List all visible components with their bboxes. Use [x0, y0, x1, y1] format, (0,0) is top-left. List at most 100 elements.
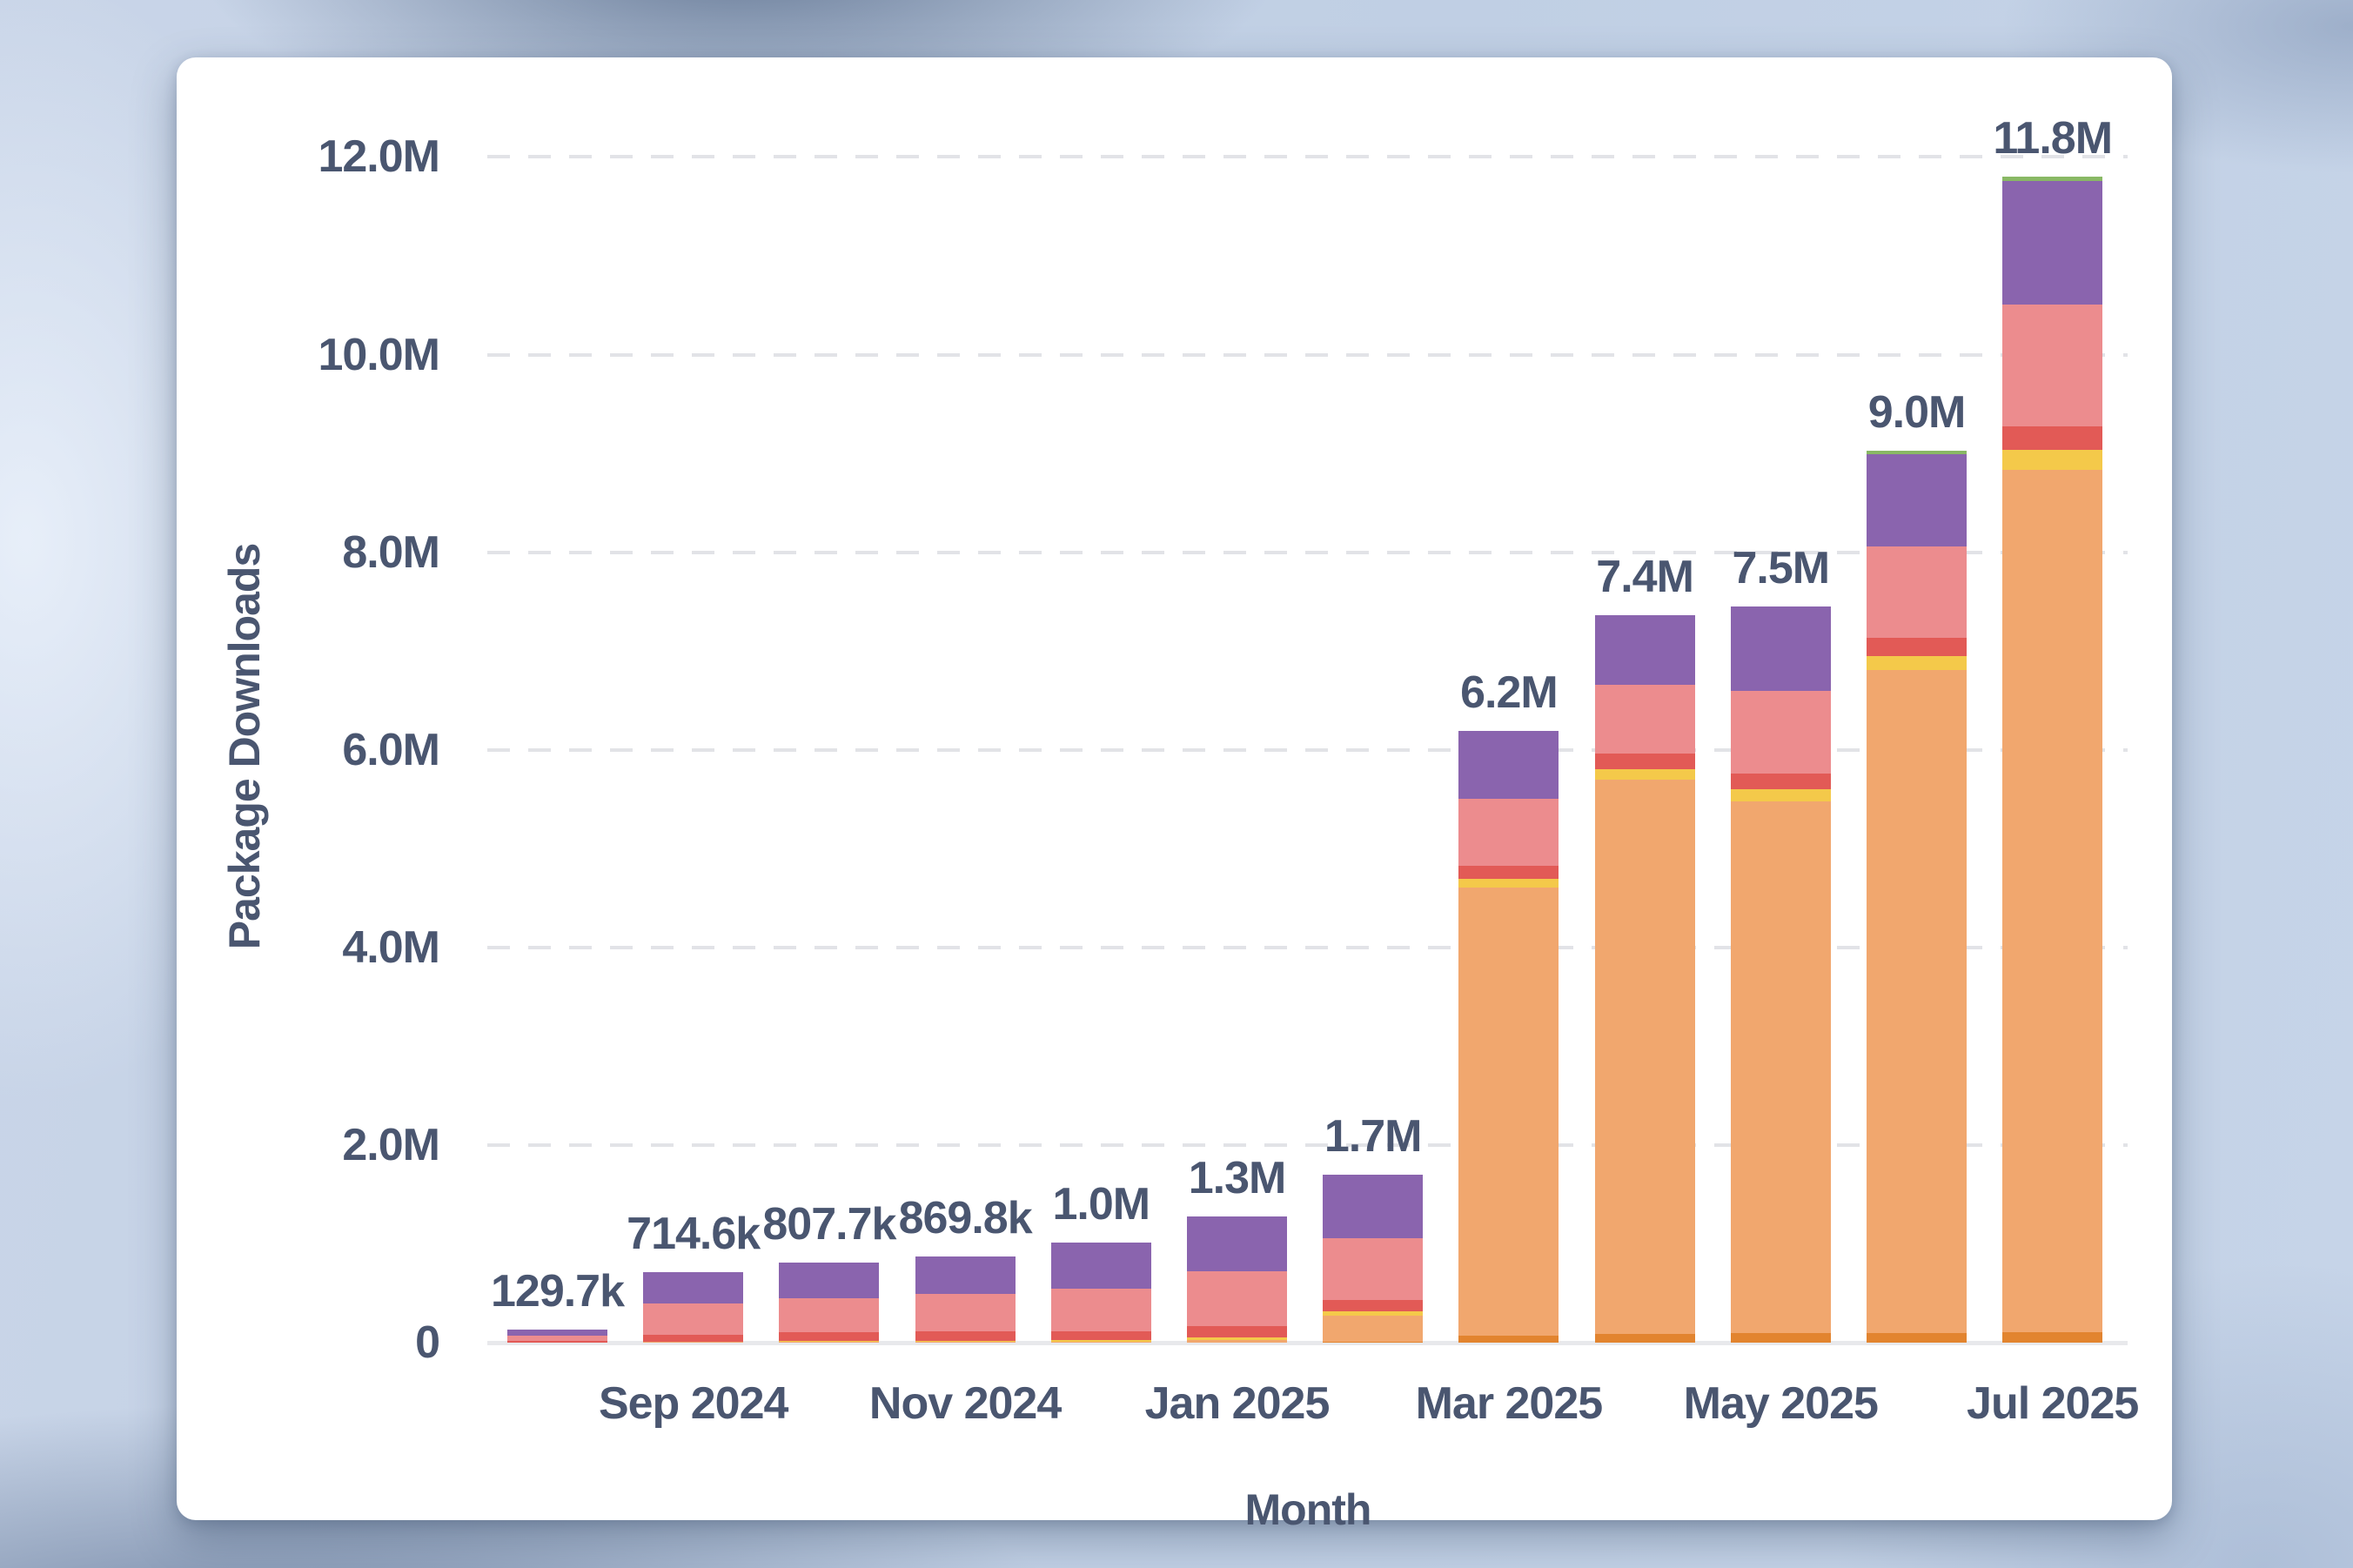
bar-jun-2025-segment-red[interactable] — [1867, 638, 1967, 655]
y-tick-label-10-0m: 10.0M — [177, 332, 439, 378]
bar-jul-2025-segment-dark-orange[interactable] — [2002, 1332, 2102, 1343]
bar-may-2025-segment-orange[interactable] — [1731, 801, 1831, 1333]
bar-oct-2024-segment-orange[interactable] — [779, 1342, 879, 1343]
bar-jul-2025-segment-yellow[interactable] — [2002, 450, 2102, 471]
bar-value-label-jul-2025: 11.8M — [1993, 116, 2112, 161]
y-tick-label-0: 0 — [177, 1320, 439, 1365]
bar-jun-2025-segment-pink[interactable] — [1867, 546, 1967, 639]
bar-nov-2024-segment-yellow[interactable] — [915, 1341, 1016, 1342]
y-tick-label-4-0m: 4.0M — [177, 925, 439, 970]
bar-value-label-sep-2024: 714.6k — [627, 1211, 760, 1256]
bar-apr-2025-segment-purple[interactable] — [1595, 615, 1695, 684]
bar-feb-2025-segment-orange[interactable] — [1323, 1316, 1423, 1342]
bar-apr-2025-segment-pink[interactable] — [1595, 685, 1695, 754]
bar-may-2025-segment-purple[interactable] — [1731, 606, 1831, 691]
bar-jul-2025-segment-orange[interactable] — [2002, 470, 2102, 1331]
bar-apr-2025-segment-dark-orange[interactable] — [1595, 1334, 1695, 1343]
bar-sep-2024-segment-pink[interactable] — [643, 1303, 743, 1335]
bar-sep-2024-segment-purple[interactable] — [643, 1272, 743, 1304]
bar-feb-2025-segment-yellow[interactable] — [1323, 1311, 1423, 1316]
bar-value-label-dec-2024: 1.0M — [1052, 1182, 1150, 1227]
bar-may-2025-segment-pink[interactable] — [1731, 691, 1831, 774]
bar-oct-2024[interactable]: 807.7k — [779, 1263, 879, 1343]
bar-jan-2025-segment-purple[interactable] — [1187, 1216, 1287, 1271]
bar-jan-2025-segment-orange[interactable] — [1187, 1340, 1287, 1343]
bar-value-label-jun-2025: 9.0M — [1868, 390, 1966, 435]
bar-oct-2024-segment-purple[interactable] — [779, 1263, 879, 1298]
bar-value-label-jan-2025: 1.3M — [1189, 1156, 1286, 1201]
bar-feb-2025[interactable]: 1.7M — [1323, 1175, 1423, 1343]
bar-dec-2024-segment-pink[interactable] — [1051, 1289, 1151, 1332]
bar-oct-2024-segment-red[interactable] — [779, 1332, 879, 1342]
bar-dec-2024-segment-red[interactable] — [1051, 1331, 1151, 1340]
bar-jul-2025-segment-red[interactable] — [2002, 426, 2102, 449]
bar-dec-2024[interactable]: 1.0M — [1051, 1243, 1151, 1343]
bar-jul-2025-segment-pink[interactable] — [2002, 305, 2102, 427]
chart-card: Package Downloads Month 02.0M4.0M6.0M8.0… — [177, 57, 2172, 1520]
bar-dec-2024-segment-yellow[interactable] — [1051, 1340, 1151, 1341]
bar-sep-2024-segment-red[interactable] — [643, 1335, 743, 1342]
bar-jun-2025-segment-orange[interactable] — [1867, 670, 1967, 1333]
bar-feb-2025-segment-pink[interactable] — [1323, 1238, 1423, 1300]
bar-nov-2024[interactable]: 869.8k — [915, 1256, 1016, 1343]
bar-nov-2024-segment-pink[interactable] — [915, 1294, 1016, 1331]
x-tick-label-may-2025: May 2025 — [1684, 1381, 1878, 1426]
y-tick-label-12-0m: 12.0M — [177, 134, 439, 179]
bar-jan-2025[interactable]: 1.3M — [1187, 1216, 1287, 1343]
bar-dec-2024-segment-orange[interactable] — [1051, 1342, 1151, 1343]
bar-mar-2025-segment-yellow[interactable] — [1458, 879, 1559, 887]
bar-aug-2024[interactable]: 129.7k — [507, 1330, 607, 1343]
bar-mar-2025[interactable]: 6.2M — [1458, 731, 1559, 1343]
y-tick-label-8-0m: 8.0M — [177, 530, 439, 575]
bar-apr-2025-segment-red[interactable] — [1595, 754, 1695, 769]
bar-mar-2025-segment-purple[interactable] — [1458, 731, 1559, 799]
bar-jul-2025[interactable]: 11.8M — [2002, 177, 2102, 1343]
bar-jul-2025-segment-green[interactable] — [2002, 177, 2102, 181]
bar-feb-2025-segment-purple[interactable] — [1323, 1175, 1423, 1239]
bar-jun-2025-segment-yellow[interactable] — [1867, 656, 1967, 670]
bar-jan-2025-segment-yellow[interactable] — [1187, 1337, 1287, 1340]
bar-aug-2024-segment-pink[interactable] — [507, 1336, 607, 1341]
bar-may-2025[interactable]: 7.5M — [1731, 606, 1831, 1343]
bar-feb-2025-segment-dark-orange[interactable] — [1323, 1342, 1423, 1343]
bar-oct-2024-segment-pink[interactable] — [779, 1298, 879, 1332]
bar-mar-2025-segment-red[interactable] — [1458, 866, 1559, 880]
x-tick-label-jul-2025: Jul 2025 — [1967, 1381, 2138, 1426]
bar-dec-2024-segment-purple[interactable] — [1051, 1243, 1151, 1289]
bar-jul-2025-segment-purple[interactable] — [2002, 181, 2102, 304]
bar-jun-2025-segment-green[interactable] — [1867, 451, 1967, 455]
bar-value-label-apr-2025: 7.4M — [1596, 554, 1693, 600]
bar-feb-2025-segment-red[interactable] — [1323, 1300, 1423, 1311]
bar-apr-2025[interactable]: 7.4M — [1595, 615, 1695, 1343]
x-tick-label-nov-2024: Nov 2024 — [869, 1381, 1061, 1426]
bar-value-label-may-2025: 7.5M — [1732, 546, 1829, 591]
bar-may-2025-segment-dark-orange[interactable] — [1731, 1333, 1831, 1343]
x-tick-label-mar-2025: Mar 2025 — [1416, 1381, 1603, 1426]
bar-aug-2024-segment-purple[interactable] — [507, 1330, 607, 1335]
y-tick-label-6-0m: 6.0M — [177, 727, 439, 773]
bar-aug-2024-segment-red[interactable] — [507, 1341, 607, 1343]
bar-sep-2024-segment-orange[interactable] — [643, 1342, 743, 1343]
bar-nov-2024-segment-red[interactable] — [915, 1331, 1016, 1340]
bar-mar-2025-segment-dark-orange[interactable] — [1458, 1336, 1559, 1343]
bar-apr-2025-segment-yellow[interactable] — [1595, 769, 1695, 780]
bar-nov-2024-segment-purple[interactable] — [915, 1256, 1016, 1294]
gridline-10-0m — [487, 353, 2128, 357]
bar-apr-2025-segment-orange[interactable] — [1595, 780, 1695, 1334]
bar-jun-2025-segment-dark-orange[interactable] — [1867, 1333, 1967, 1343]
bar-mar-2025-segment-orange[interactable] — [1458, 888, 1559, 1337]
x-tick-label-jan-2025: Jan 2025 — [1145, 1381, 1330, 1426]
bar-value-label-aug-2024: 129.7k — [491, 1269, 624, 1314]
bar-jan-2025-segment-pink[interactable] — [1187, 1271, 1287, 1326]
bar-jun-2025[interactable]: 9.0M — [1867, 451, 1967, 1343]
bar-sep-2024[interactable]: 714.6k — [643, 1272, 743, 1343]
bar-may-2025-segment-red[interactable] — [1731, 774, 1831, 789]
bar-value-label-feb-2025: 1.7M — [1324, 1114, 1422, 1159]
bar-jun-2025-segment-purple[interactable] — [1867, 454, 1967, 546]
bar-nov-2024-segment-orange[interactable] — [915, 1342, 1016, 1343]
bar-may-2025-segment-yellow[interactable] — [1731, 789, 1831, 801]
bar-value-label-nov-2024: 869.8k — [899, 1196, 1032, 1241]
plot-area: 02.0M4.0M6.0M8.0M10.0M12.0M129.7k714.6k8… — [177, 57, 2172, 1520]
bar-mar-2025-segment-pink[interactable] — [1458, 799, 1559, 865]
bar-jan-2025-segment-red[interactable] — [1187, 1326, 1287, 1337]
